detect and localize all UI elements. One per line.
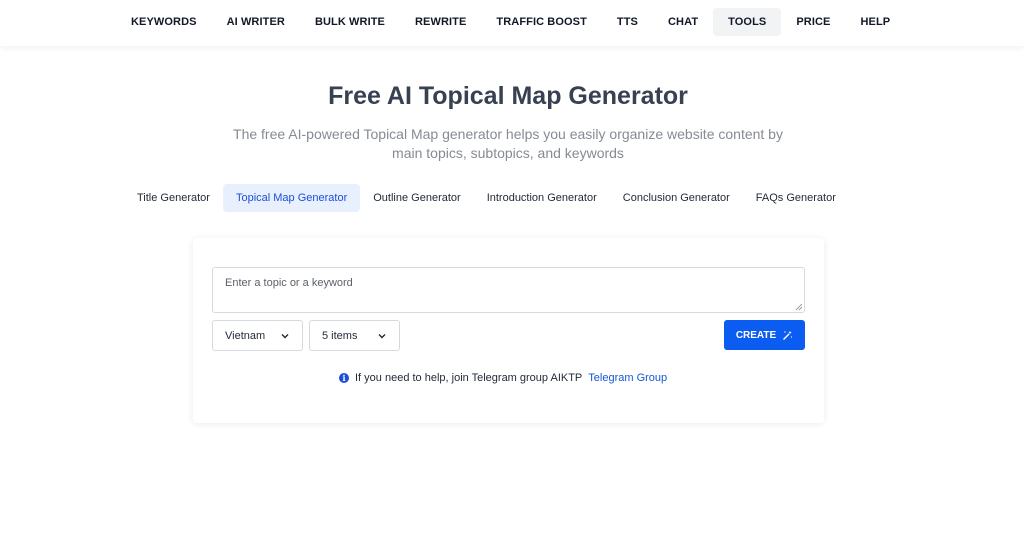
create-button[interactable]: CREATE [724, 320, 805, 350]
telegram-group-link[interactable]: Telegram Group [588, 372, 667, 384]
resize-grip-icon[interactable] [795, 303, 803, 311]
tab-outline-generator[interactable]: Outline Generator [360, 184, 473, 212]
nav-item-ai-writer[interactable]: AI WRITER [212, 8, 300, 36]
nav-item-chat[interactable]: CHAT [653, 8, 713, 36]
chevron-down-icon [378, 333, 386, 338]
nav-item-tts[interactable]: TTS [602, 8, 653, 36]
tab-topical-map-generator[interactable]: Topical Map Generator [222, 184, 361, 212]
help-text: If you need to help, join Telegram group… [355, 372, 583, 384]
nav-item-traffic-boost[interactable]: TRAFFIC BOOST [481, 8, 602, 36]
tab-introduction-generator[interactable]: Introduction Generator [474, 184, 610, 212]
items-select-value: 5 items [322, 329, 358, 342]
nav-item-bulk-write[interactable]: BULK WRITE [300, 8, 400, 36]
nav-item-help[interactable]: HELP [845, 8, 905, 36]
nav-item-tools[interactable]: TOOLS [713, 8, 782, 36]
chevron-down-icon [281, 333, 289, 338]
nav-menu: KEYWORDS AI WRITER BULK WRITE REWRITE TR… [116, 8, 905, 36]
language-select-value: Vietnam [225, 329, 265, 342]
help-message: i If you need to help, join Telegram gro… [339, 371, 667, 385]
nav-item-keywords[interactable]: KEYWORDS [116, 8, 212, 36]
language-select[interactable]: Vietnam [212, 320, 303, 351]
generator-card: Vietnam 5 items CREATE i If you need to … [193, 238, 824, 423]
page-title: Free AI Topical Map Generator [328, 82, 688, 110]
tool-tabs: Title Generator Topical Map Generator Ou… [124, 184, 849, 212]
create-button-label: CREATE [735, 329, 777, 341]
nav-item-rewrite[interactable]: REWRITE [400, 8, 481, 36]
tab-title-generator[interactable]: Title Generator [124, 184, 223, 212]
magic-wand-icon [783, 330, 793, 340]
page-subtitle: The free AI-powered Topical Map generato… [233, 126, 783, 161]
nav-item-price[interactable]: PRICE [781, 8, 845, 36]
top-navbar: KEYWORDS AI WRITER BULK WRITE REWRITE TR… [0, 0, 1024, 46]
items-count-select[interactable]: 5 items [309, 320, 400, 351]
tab-faqs-generator[interactable]: FAQs Generator [743, 184, 849, 212]
tab-conclusion-generator[interactable]: Conclusion Generator [610, 184, 743, 212]
topic-input[interactable] [212, 267, 805, 313]
info-icon: i [339, 373, 349, 383]
